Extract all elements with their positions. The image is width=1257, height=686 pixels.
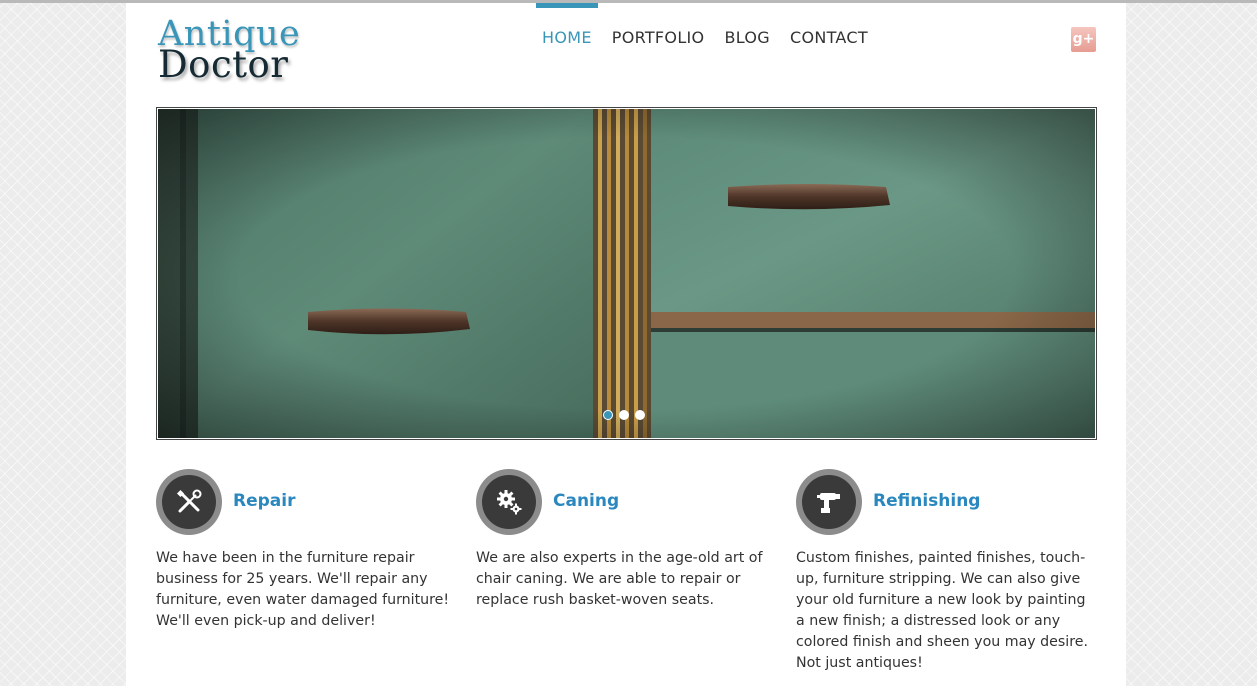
feature-repair-text: We have been in the furniture repair bus… bbox=[156, 550, 450, 629]
dresser-drawers-photo bbox=[158, 109, 1095, 438]
google-plus-icon[interactable]: g+ bbox=[1071, 27, 1096, 52]
nav-portfolio[interactable]: PORTFOLIO bbox=[602, 3, 715, 63]
main-nav: HOME PORTFOLIO BLOG CONTACT bbox=[532, 3, 878, 63]
logo-line2: Doctor bbox=[158, 43, 289, 86]
spray-gun-icon bbox=[817, 493, 840, 513]
gears-icon bbox=[497, 490, 522, 515]
feature-caning-title[interactable]: Caning bbox=[553, 491, 619, 511]
wrench-screwdriver-icon bbox=[176, 489, 202, 513]
slider-dot-2[interactable] bbox=[619, 410, 629, 420]
nav-contact[interactable]: CONTACT bbox=[780, 3, 878, 63]
feature-caning-icon-wrap bbox=[476, 469, 542, 535]
feature-caning-text: We are also experts in the age-old art o… bbox=[476, 550, 763, 608]
site-logo[interactable]: Antique Doctor bbox=[158, 17, 300, 86]
feature-refinishing-text: Custom finishes, painted finishes, touch… bbox=[796, 550, 1089, 671]
slider-dots bbox=[603, 410, 651, 420]
slider-dot-1[interactable] bbox=[603, 410, 613, 420]
slider-dot-3[interactable] bbox=[635, 410, 645, 420]
page-container: Antique Doctor HOME PORTFOLIO BLOG CONTA… bbox=[126, 3, 1126, 686]
hero-slider[interactable] bbox=[156, 107, 1097, 440]
feature-repair-icon-wrap bbox=[156, 469, 222, 535]
feature-refinishing-title[interactable]: Refinishing bbox=[873, 491, 980, 511]
feature-refinishing-icon-wrap bbox=[796, 469, 862, 535]
nav-blog[interactable]: BLOG bbox=[714, 3, 780, 63]
nav-home[interactable]: HOME bbox=[532, 3, 602, 63]
feature-repair-title[interactable]: Repair bbox=[233, 491, 295, 511]
